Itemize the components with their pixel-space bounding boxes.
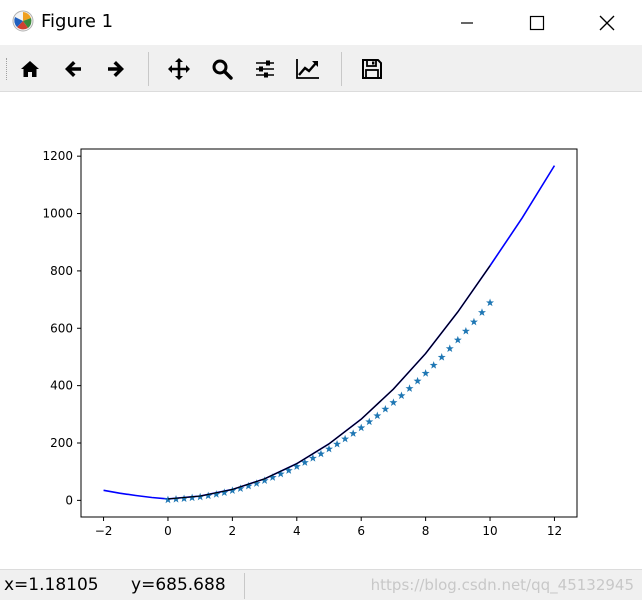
title-bar: Figure 1 [0, 0, 642, 45]
close-icon [599, 15, 615, 30]
x-tick-label: 12 [547, 524, 562, 538]
x-tick-label: 10 [482, 524, 497, 538]
minimize-button[interactable] [432, 0, 502, 45]
window-title: Figure 1 [41, 11, 114, 32]
edit-axis-button[interactable] [292, 53, 324, 85]
y-tick-label: 600 [50, 321, 73, 335]
star-marker [300, 458, 309, 466]
home-button[interactable] [14, 53, 46, 85]
star-marker [389, 398, 398, 406]
star-marker [461, 326, 470, 335]
forward-button[interactable] [100, 53, 132, 85]
star-marker [486, 298, 495, 307]
star-marker [421, 369, 430, 377]
move-icon [168, 58, 190, 80]
y-tick-label: 1200 [42, 149, 73, 163]
toolbar-grip[interactable] [6, 58, 10, 80]
y-tick-label: 1000 [42, 207, 73, 221]
star-marker [357, 423, 366, 432]
star-marker [413, 376, 422, 385]
star-marker [341, 434, 350, 443]
x-tick-label: 2 [229, 524, 237, 538]
star-marker [405, 384, 414, 392]
configure-subplots-button[interactable] [249, 53, 281, 85]
watermark: https://blog.csdn.net/qq_45132945 [370, 576, 634, 594]
sliders-icon [256, 60, 274, 78]
x-tick-label: 0 [164, 524, 172, 538]
status-separator [244, 573, 245, 599]
star-marker [453, 335, 462, 344]
data-trace-line [167, 265, 491, 500]
close-button[interactable] [572, 0, 642, 45]
cursor-coordinates: x=1.18105 y=685.688 [4, 575, 226, 595]
floppy-disk-icon [362, 59, 382, 79]
pan-button[interactable] [163, 53, 195, 85]
y-axis: 0 200 400 600 800 1000 1200 [42, 149, 81, 507]
y-tick-label: 800 [50, 264, 73, 278]
x-tick-label: 4 [293, 524, 301, 538]
maximize-button[interactable] [502, 0, 572, 45]
star-marker [445, 344, 454, 353]
star-marker [469, 317, 478, 326]
star-marker [349, 429, 358, 437]
arrow-right-icon [108, 61, 124, 77]
zoom-button[interactable] [206, 53, 238, 85]
star-marker [373, 411, 382, 420]
arrow-left-icon [65, 61, 81, 77]
x-tick-label: 6 [357, 524, 365, 538]
plot-area [103, 165, 556, 504]
star-marker [397, 391, 406, 400]
star-marker [163, 495, 172, 504]
chart-trend-icon [296, 59, 319, 79]
x-tick-label: 8 [422, 524, 430, 538]
status-bar: x=1.18105 y=685.688 https://blog.csdn.ne… [0, 569, 642, 600]
y-tick-label: 200 [50, 436, 73, 450]
navigation-toolbar [0, 45, 642, 92]
star-marker [429, 361, 438, 369]
toolbar-separator [148, 52, 149, 86]
y-tick-label: 0 [65, 493, 73, 507]
star-marker [437, 353, 446, 361]
figure-canvas[interactable]: −2 0 2 4 6 8 10 12 0 200 400 600 800 1000 1200 [0, 92, 642, 569]
x-tick-label: −2 [95, 524, 113, 538]
y-tick-label: 400 [50, 379, 73, 393]
star-marker [365, 417, 374, 426]
magnifier-icon [212, 59, 233, 80]
maximize-icon [529, 15, 545, 30]
back-button[interactable] [57, 53, 89, 85]
x-axis: −2 0 2 4 6 8 10 12 [95, 517, 562, 538]
axes-frame [80, 148, 578, 518]
star-marker [333, 439, 342, 448]
matplotlib-icon [12, 10, 34, 32]
star-marker [477, 308, 486, 316]
line-chart[interactable]: −2 0 2 4 6 8 10 12 0 200 400 600 800 1000 1200 [0, 92, 642, 569]
home-icon [21, 61, 39, 77]
star-marker [381, 404, 390, 413]
toolbar-separator [341, 52, 342, 86]
save-button[interactable] [356, 53, 388, 85]
minimize-icon [461, 21, 473, 24]
